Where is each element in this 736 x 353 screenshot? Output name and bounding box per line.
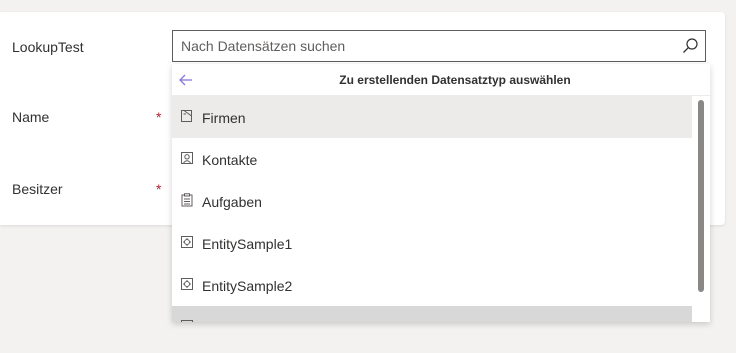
list-item-aufgaben[interactable]: Aufgaben (172, 180, 692, 222)
field-label-name: Name (12, 109, 50, 125)
record-type-list: Firmen Kontakte Aufgaben EntitySample1 E… (172, 96, 692, 322)
list-item-entitysample2[interactable]: EntitySample2 (172, 264, 692, 306)
flyout-title: Zu erstellenden Datensatztyp auswählen (339, 73, 571, 87)
list-item-entitysample1[interactable]: EntitySample1 (172, 222, 692, 264)
list-item-label: EntitySample2 (202, 278, 293, 294)
list-item-firmen[interactable]: Firmen (172, 96, 692, 138)
scrollbar-thumb[interactable] (698, 100, 704, 292)
field-label-lookuptest: LookupTest (12, 39, 84, 55)
required-marker-besitzer: * (156, 181, 162, 197)
task-icon (180, 193, 194, 207)
list-item-label: Aufgaben (202, 194, 262, 210)
account-icon (180, 109, 194, 123)
lookup-search-box (172, 30, 706, 62)
lookup-search-input[interactable] (181, 31, 671, 61)
list-item-label: EntitySample1 (202, 236, 293, 252)
field-label-besitzer: Besitzer (12, 181, 63, 197)
flyout-header: Zu erstellenden Datensatztyp auswählen (172, 64, 710, 96)
custom-entity-icon (180, 277, 194, 291)
list-item-kontakte[interactable]: Kontakte (172, 138, 692, 180)
list-item-label: Kontakte (202, 152, 258, 168)
custom-entity-icon (180, 235, 194, 249)
search-icon[interactable] (681, 37, 699, 55)
list-item-partial[interactable] (172, 306, 692, 322)
create-record-type-flyout: Zu erstellenden Datensatztyp auswählen F… (172, 64, 710, 322)
list-item-label: Firmen (202, 110, 246, 126)
entity-icon (180, 319, 194, 322)
required-marker-name: * (156, 109, 162, 125)
contact-icon (180, 151, 194, 165)
